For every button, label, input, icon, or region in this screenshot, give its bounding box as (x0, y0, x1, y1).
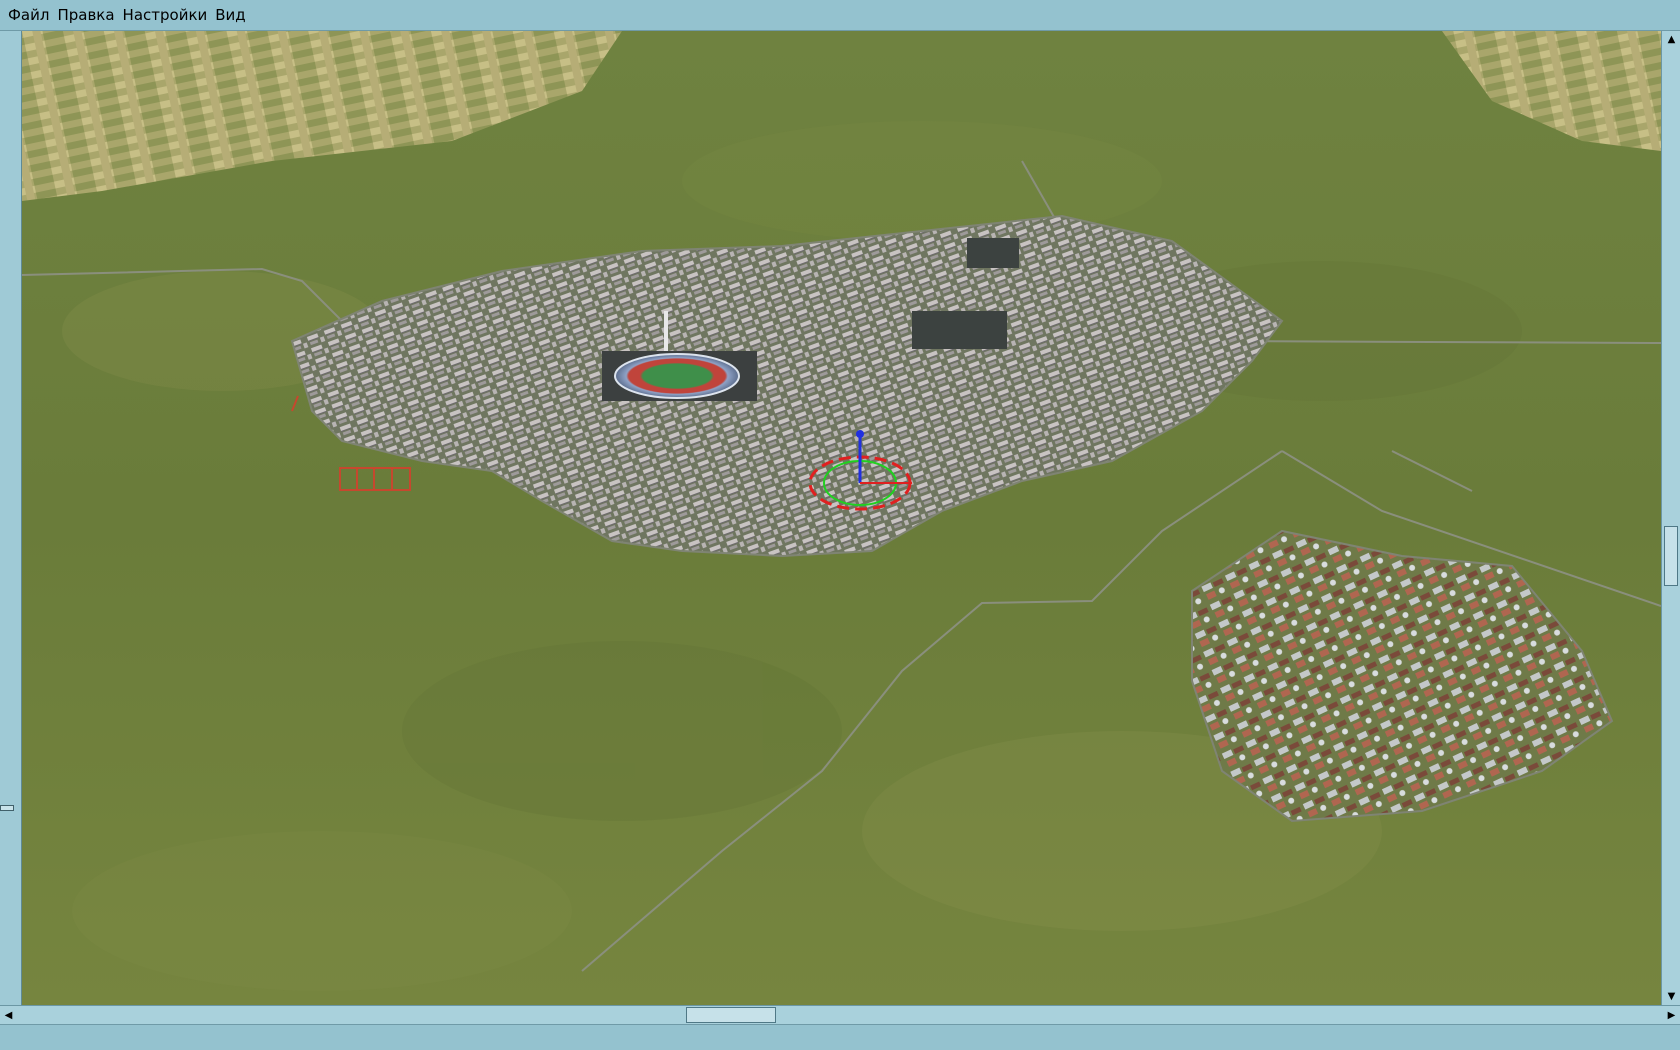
vertical-scroll-thumb[interactable] (1664, 526, 1678, 586)
plaza-central (912, 311, 1007, 349)
editor-window: Файл Правка Настройки Вид ▲ ▼ ◀ ▶ (0, 0, 1680, 1050)
arrow-left-icon[interactable]: ◀ (0, 1007, 17, 1024)
horizontal-scrollbar[interactable]: ◀ ▶ (0, 1005, 1680, 1024)
arrow-up-icon[interactable]: ▲ (1663, 31, 1680, 48)
horizontal-scroll-thumb[interactable] (686, 1007, 776, 1023)
arrow-down-icon[interactable]: ▼ (1663, 988, 1680, 1005)
menu-view[interactable]: Вид (211, 0, 249, 30)
vertical-scrollbar[interactable]: ▲ ▼ (1661, 31, 1680, 1005)
map-viewport[interactable] (22, 31, 1661, 1005)
left-panel-gutter (0, 31, 22, 1005)
menu-bar: Файл Правка Настройки Вид (0, 0, 1680, 31)
menu-settings[interactable]: Настройки (119, 0, 212, 30)
plaza-north (967, 238, 1019, 268)
splitter-handle[interactable] (0, 805, 14, 811)
menu-file[interactable]: Файл (0, 0, 53, 30)
arrow-right-icon[interactable]: ▶ (1663, 1007, 1680, 1024)
menu-edit[interactable]: Правка (53, 0, 118, 30)
status-bar (0, 1024, 1680, 1050)
terrain-render[interactable] (22, 31, 1661, 1005)
